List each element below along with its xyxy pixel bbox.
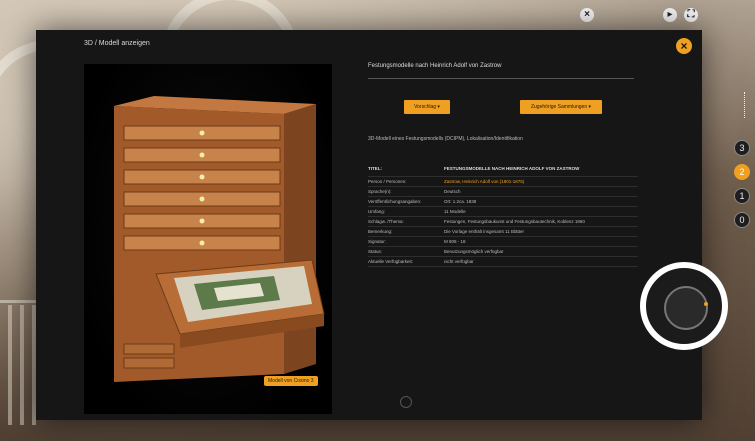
object-title: Festungsmodelle nach Heinrich Adolf von … <box>368 63 502 69</box>
metadata-key: Bemerkung: <box>368 226 444 237</box>
metadata-row: Sprache(n): Deutsch <box>368 186 638 197</box>
metadata-key: TITEL: <box>368 164 444 177</box>
floor-button-3[interactable]: 3 <box>734 140 750 156</box>
model-caption[interactable]: Modell von Cosmo 3 <box>264 376 318 386</box>
metadata-value: 11 Modelle <box>444 206 638 217</box>
metadata-value: M 808 - 18 <box>444 236 638 247</box>
proposal-button[interactable]: Vorschlag ▾ <box>404 100 450 114</box>
metadata-row: TITEL: FESTUNGSMODELLE NACH HEINRICH ADOL… <box>368 164 638 177</box>
metadata-value[interactable]: Zastrow, Heinrich Adolf von (1801-1875) <box>444 176 638 187</box>
metadata-key: Signatur: <box>368 236 444 247</box>
fullscreen-icon[interactable]: ⛶ <box>684 8 698 22</box>
metadata-row: Aktuelle Verfügbarkeit: nicht verfügbar <box>368 256 638 267</box>
metadata-value: Festungen, Festungsbaukunst und Festungs… <box>444 216 638 227</box>
metadata-key: Aktuelle Verfügbarkeit: <box>368 256 444 267</box>
metadata-key: Schlagw. /Thema: <box>368 216 444 227</box>
navigation-dial[interactable] <box>640 262 728 350</box>
chevron-down-icon: ▾ <box>437 104 440 110</box>
metadata-value[interactable]: FESTUNGSMODELLE NACH HEINRICH ADOLF VON … <box>444 164 638 177</box>
title-divider <box>368 78 634 79</box>
floor-button-2[interactable]: 2 <box>734 164 750 180</box>
metadata-row: Signatur: M 808 - 18 <box>368 236 638 247</box>
metadata-key: Veröffentlichungsangaben: <box>368 196 444 207</box>
floor-indicator-line <box>744 92 747 118</box>
metadata-row: Bemerkung: Die Vorlage enthält insgesamt … <box>368 226 638 237</box>
metadata-row: Status: Benutzungsmöglich verfügbar <box>368 246 638 257</box>
dial-position-marker <box>704 302 708 306</box>
close-icon[interactable]: × <box>676 38 692 54</box>
floor-button-1[interactable]: 1 <box>734 188 750 204</box>
metadata-table: TITEL: FESTUNGSMODELLE NACH HEINRICH ADOL… <box>368 164 638 267</box>
cabinet-model-image <box>114 96 325 382</box>
metadata-key: Person / Personen: <box>368 176 444 187</box>
metadata-row: Veröffentlichungsangaben: Ort: 1.2ca. 183… <box>368 196 638 207</box>
metadata-row: Person / Personen: Zastrow, Heinrich Adol… <box>368 176 638 187</box>
3d-model-viewer[interactable]: Modell von Cosmo 3 <box>84 64 332 414</box>
floor-button-0[interactable]: 0 <box>734 212 750 228</box>
metadata-key: Sprache(n): <box>368 186 444 197</box>
related-collections-button[interactable]: Zugehörige Sammlungen ▾ <box>520 100 602 114</box>
play-icon[interactable]: ▸ <box>663 8 677 22</box>
object-subtitle: 3D-Modell eines Festungsmodells (DCIPM),… <box>368 136 523 142</box>
proposal-button-label: Vorschlag <box>414 104 437 110</box>
chevron-down-icon: ▾ <box>588 104 592 110</box>
background-baluster <box>20 305 24 425</box>
background-railing <box>0 300 40 303</box>
metadata-value: Ort: 1.2ca. 1838 <box>444 196 638 207</box>
metadata-row: Umfang: 11 Modelle <box>368 206 638 217</box>
related-collections-label: Zugehörige Sammlungen <box>530 104 588 110</box>
modal-title: 3D / Modell anzeigen <box>84 40 150 47</box>
metadata-value: Benutzungsmöglich verfügbar <box>444 246 638 257</box>
metadata-key: Umfang: <box>368 206 444 217</box>
dial-center[interactable] <box>664 286 708 330</box>
background-baluster <box>8 305 12 425</box>
metadata-value: nicht verfügbar <box>444 256 638 267</box>
metadata-value: Deutsch <box>444 186 638 197</box>
metadata-row: Schlagw. /Thema: Festungen, Festungsbauku… <box>368 216 638 227</box>
object-detail-modal: 3D / Modell anzeigen × Modell von Cosmo … <box>36 30 702 420</box>
metadata-key: Status: <box>368 246 444 257</box>
rotate-icon[interactable] <box>400 396 412 408</box>
metadata-value: Die Vorlage enthält insgesamt 11 Blätter <box>444 226 638 237</box>
close-circle-icon[interactable]: × <box>580 8 594 22</box>
